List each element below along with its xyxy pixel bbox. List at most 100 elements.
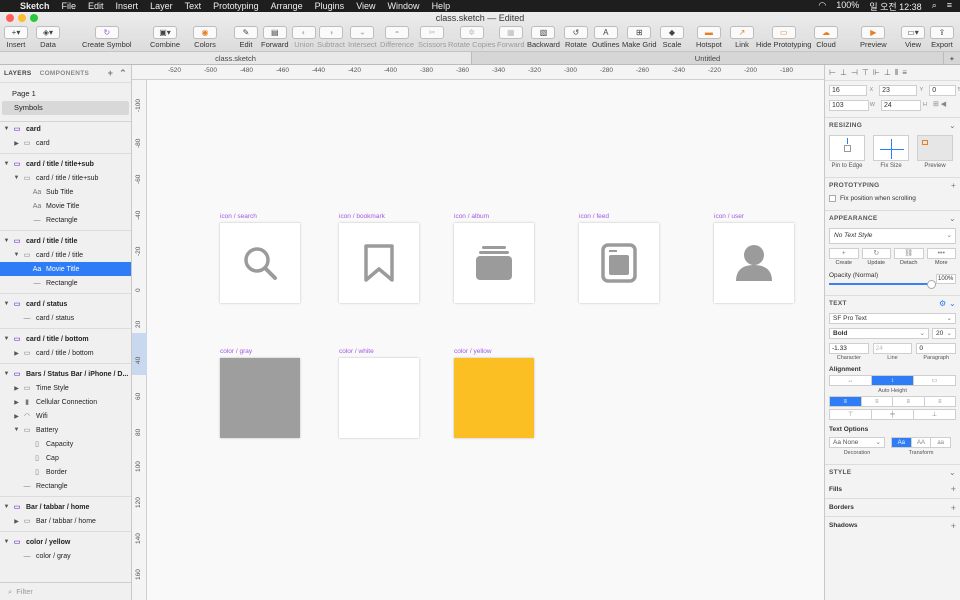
wifi-icon[interactable]: ◠	[818, 0, 826, 13]
layer-row[interactable]: ▼ ▭ card / status	[0, 297, 131, 311]
outlines-button[interactable]: A Outlines	[592, 26, 620, 52]
line-height[interactable]: 24 Line	[872, 343, 913, 361]
disclosure-closed-icon[interactable]: ▶	[12, 140, 21, 147]
make-grid-button[interactable]: ⊞ Make Grid	[622, 26, 657, 52]
cloud-button[interactable]: ☁ Cloud	[814, 26, 838, 52]
x-field[interactable]: 16 X	[829, 85, 873, 96]
align-text-right-icon[interactable]: ≡	[893, 397, 925, 406]
disclosure-closed-icon[interactable]: ▶	[12, 413, 21, 420]
transform-lower[interactable]: aa	[931, 438, 950, 447]
appearance-header[interactable]: APPEARANCE ⌄	[825, 210, 960, 226]
artboard-content[interactable]	[714, 223, 794, 303]
menu-sketch[interactable]: Sketch	[20, 1, 50, 11]
color-swatch[interactable]	[339, 358, 419, 438]
intersect-button[interactable]: ◒ Intersect	[348, 26, 377, 52]
artboard-label[interactable]: color / yellow	[454, 348, 492, 355]
align-text-left-icon[interactable]: ≡	[830, 397, 862, 406]
paragraph-spacing[interactable]: 0 Paragraph	[916, 343, 957, 361]
align-right-icon[interactable]: ⊣	[851, 68, 858, 77]
menu-file[interactable]: File	[62, 1, 77, 11]
menu-list-icon[interactable]: ≡	[947, 0, 952, 13]
font-size-select[interactable]: 20 ⌄	[932, 328, 956, 339]
page-item-page-1[interactable]: Page 1	[0, 87, 131, 101]
add-fill-icon[interactable]: +	[951, 484, 956, 494]
preview-button[interactable]: ▶ Preview	[860, 26, 887, 52]
disclosure-open-icon[interactable]: ▼	[2, 336, 11, 342]
fills-section[interactable]: Fills +	[825, 480, 960, 498]
canvas[interactable]: icon / search icon / bookmark icon / album…	[147, 80, 824, 600]
artboard[interactable]: icon / user	[714, 213, 794, 303]
character-spacing[interactable]: -1.33 Character	[829, 343, 869, 361]
more-style-button[interactable]: ••• More	[926, 248, 956, 266]
valign-top-icon[interactable]: ⊤	[830, 410, 872, 419]
layer-row[interactable]: ▼ ▭ card / title / title+sub	[0, 157, 131, 171]
layer-row[interactable]: ▼ ▭ color / yellow	[0, 535, 131, 549]
artboard[interactable]: color / yellow	[454, 348, 534, 438]
search-icon[interactable]: ⌕	[932, 0, 937, 13]
menu-text[interactable]: Text	[185, 1, 202, 11]
disclosure-open-icon[interactable]: ▼	[12, 252, 21, 258]
shadows-section[interactable]: Shadows +	[825, 516, 960, 534]
fixed-size-option[interactable]: ▭	[914, 376, 955, 385]
vertical-ruler[interactable]: -100 -80 -60 -40 -20 0 20 40 60 80 100 120 140 160	[132, 80, 147, 600]
layer-row[interactable]: ▼ ▭ card / title / title+sub	[0, 171, 131, 185]
tab-components[interactable]: COMPONENTS	[40, 70, 90, 77]
auto-height-option[interactable]: ↕	[872, 376, 914, 385]
artboard-content[interactable]	[454, 223, 534, 303]
layer-row[interactable]: ▼ ▭ card / title / bottom	[0, 332, 131, 346]
data-button[interactable]: ◈▾ Data	[36, 26, 60, 52]
disclosure-closed-icon[interactable]: ▶	[12, 385, 21, 392]
link-button[interactable]: ↗ Link	[730, 26, 754, 52]
artboard-label[interactable]: icon / search	[220, 213, 257, 220]
decoration-control[interactable]: Aa None ⌄ Decoration	[829, 435, 885, 456]
opacity-slider[interactable]	[829, 280, 936, 289]
transform-upper[interactable]: AA	[912, 438, 932, 447]
clock[interactable]: 일 오전 12:38	[869, 0, 921, 13]
menu-arrange[interactable]: Arrange	[271, 1, 303, 11]
forward-button[interactable]: ▦ Forward	[497, 26, 525, 52]
filter-input[interactable]: Filter	[16, 587, 33, 596]
layer-row[interactable]: — Rectangle	[0, 213, 131, 227]
menu-prototyping[interactable]: Prototyping	[213, 1, 259, 11]
chevron-down-icon[interactable]: ⌄	[949, 468, 956, 477]
fix-size-option[interactable]: Fix Size	[873, 135, 909, 169]
menu-help[interactable]: Help	[432, 1, 451, 11]
layer-row[interactable]: ▯ Capacity	[0, 437, 131, 451]
artboard-label[interactable]: icon / feed	[579, 213, 609, 220]
font-family-select[interactable]: SF Pro Text ⌄	[829, 313, 956, 324]
style-header[interactable]: STYLE ⌄	[825, 464, 960, 480]
edit-button[interactable]: ✎ Edit	[234, 26, 258, 52]
tab-class-sketch[interactable]: class.sketch	[0, 52, 472, 64]
insert-button[interactable]: +▾ Insert	[4, 26, 28, 52]
height-field[interactable]: 24 H	[881, 100, 927, 111]
disclosure-open-icon[interactable]: ▼	[2, 238, 11, 244]
chevron-down-icon[interactable]: ⌄	[949, 214, 956, 223]
layer-row[interactable]: — color / gray	[0, 549, 131, 563]
distribute-h-icon[interactable]: ⫴	[895, 68, 898, 78]
artboard[interactable]: icon / album	[454, 213, 534, 303]
layer-row[interactable]: ▼ ▭ card / title / title	[0, 234, 131, 248]
view-button[interactable]: ▭▾ View	[901, 26, 925, 52]
layer-row[interactable]: ▯ Border	[0, 465, 131, 479]
align-left-icon[interactable]: ⊢	[829, 68, 836, 77]
color-swatch[interactable]	[454, 358, 534, 438]
new-tab-icon[interactable]: +	[944, 52, 960, 64]
disclosure-open-icon[interactable]: ▼	[2, 539, 11, 545]
menu-view[interactable]: View	[356, 1, 375, 11]
difference-button[interactable]: ◓ Difference	[380, 26, 414, 52]
fix-position-checkbox[interactable]: Fix position when scrolling	[825, 193, 960, 204]
artboard[interactable]: color / gray	[220, 348, 300, 438]
rotate-button[interactable]: ↺ Rotate	[564, 26, 588, 52]
layer-row[interactable]: ▶ ▭ Time Style	[0, 381, 131, 395]
rotate-copies-button[interactable]: ✲ Rotate Copies	[448, 26, 496, 52]
width-field[interactable]: 103 W	[829, 100, 875, 111]
artboard-label[interactable]: color / white	[339, 348, 374, 355]
gear-icon[interactable]: ⚙ ⌄	[939, 299, 956, 308]
layer-row[interactable]: ▶ ◠ Wifi	[0, 409, 131, 423]
add-shadow-icon[interactable]: +	[951, 521, 956, 531]
layer-row[interactable]: Aa Sub Title	[0, 185, 131, 199]
artboard-label[interactable]: icon / bookmark	[339, 213, 385, 220]
font-weight-select[interactable]: Bold ⌄	[829, 328, 929, 339]
resizing-header[interactable]: RESIZING ⌄	[825, 117, 960, 133]
artboard-content[interactable]	[220, 223, 300, 303]
